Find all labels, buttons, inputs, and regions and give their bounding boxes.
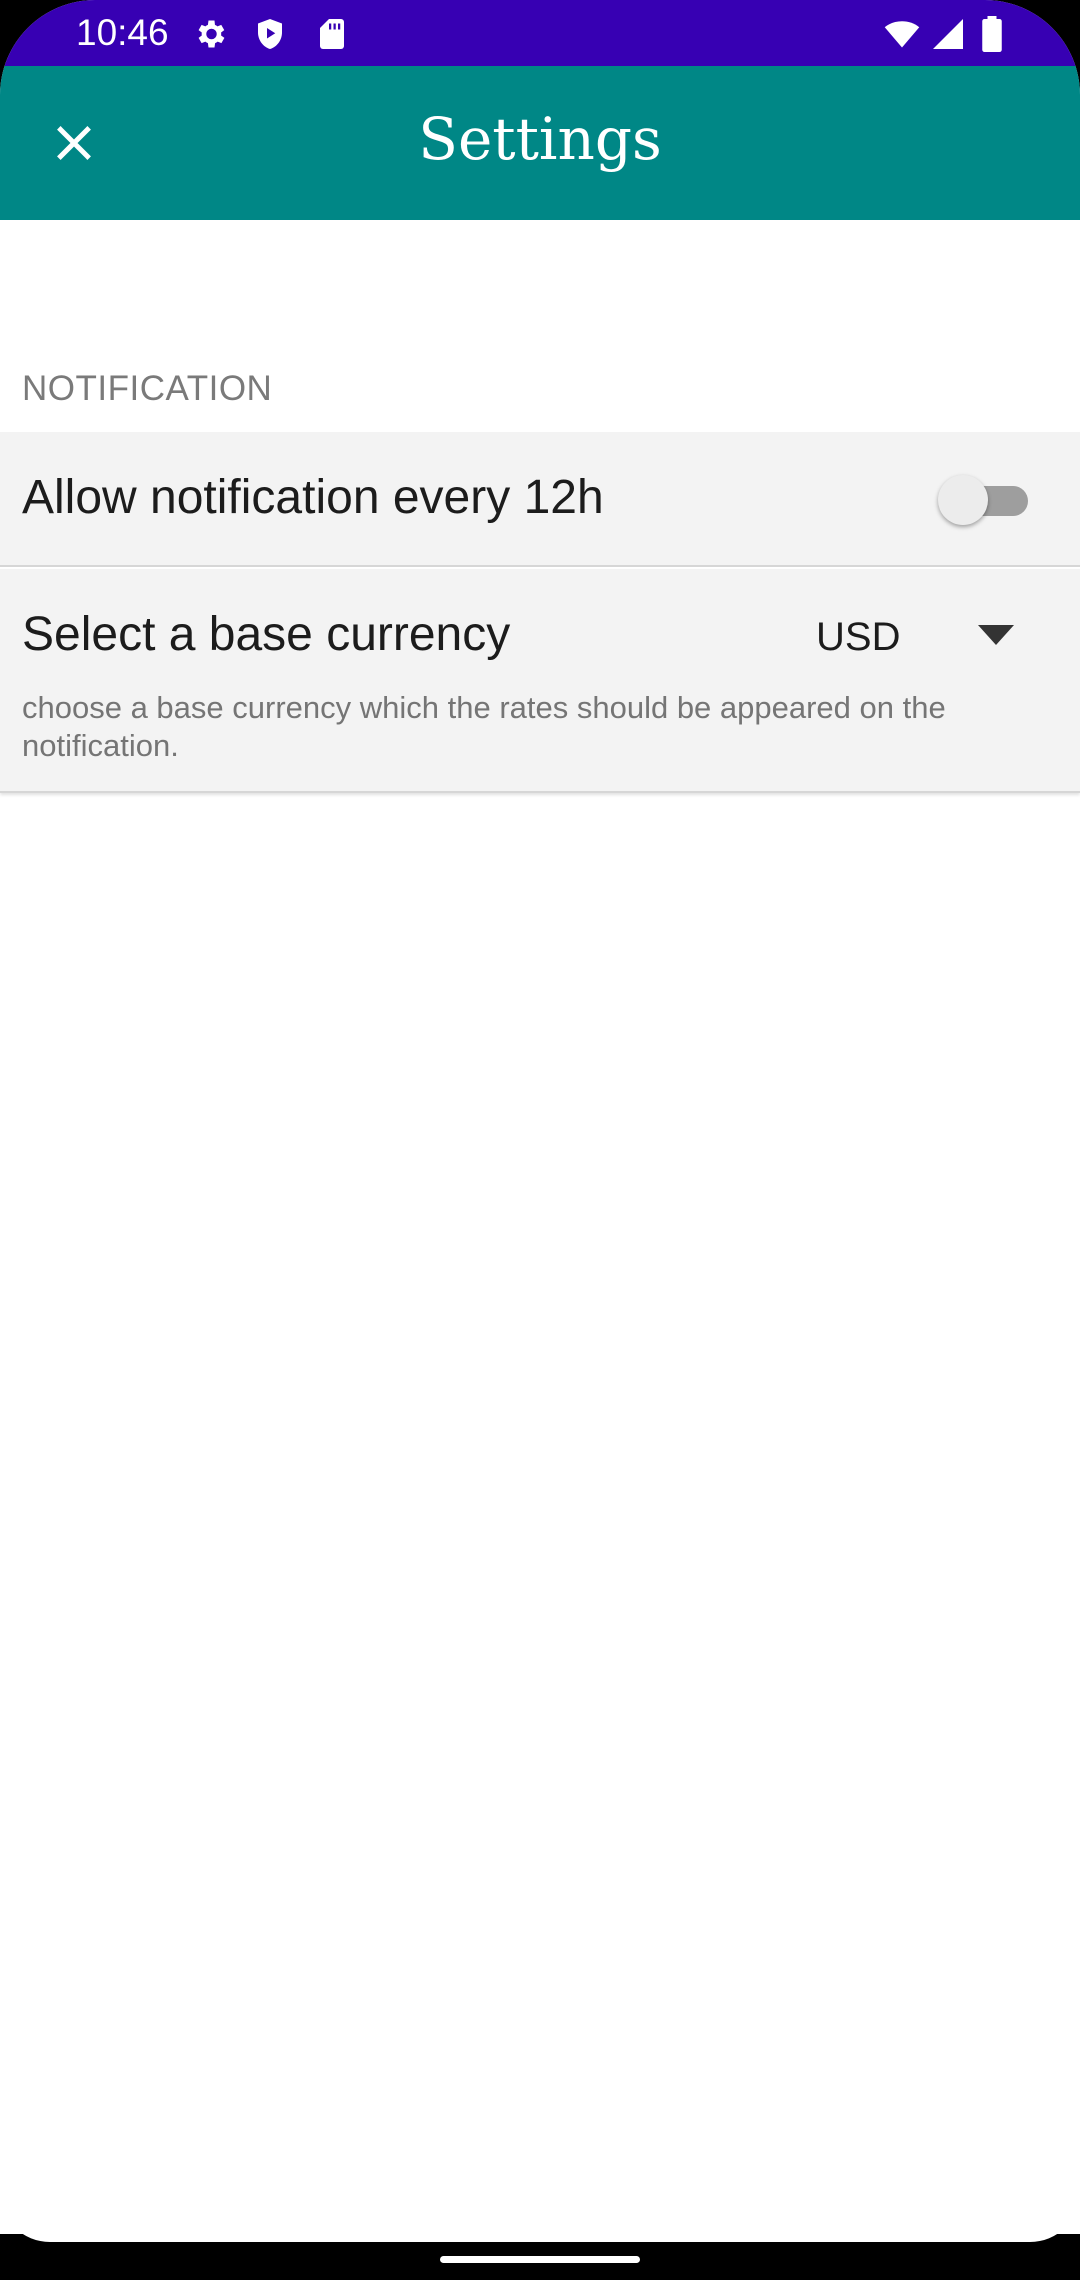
gear-icon [192,16,228,52]
switch-thumb [938,475,988,525]
dropdown-arrow-icon [976,621,1016,649]
shield-play-icon [252,16,288,52]
base-currency-row: Select a base currency USD choose a base… [0,569,1080,793]
section-header-notification: NOTIFICATION [22,369,273,408]
base-currency-value: USD [816,615,901,659]
allow-notification-row[interactable]: Allow notification every 12h [0,432,1080,567]
sd-card-icon [314,16,350,52]
allow-notification-switch[interactable] [938,472,1030,526]
screen: 10:46 Settings NOTIFICATION Allow notifi… [0,0,1080,2280]
page-title: Settings [418,105,662,173]
close-icon [51,120,97,166]
status-time: 10:46 [76,12,169,53]
status-bar: 10:46 [0,0,1080,66]
close-button[interactable] [36,105,112,181]
wifi-icon [882,16,922,52]
base-currency-title: Select a base currency [22,608,511,661]
screen-bottom-corner [0,2192,1080,2242]
home-gesture-handle[interactable] [440,2256,640,2263]
base-currency-summary: choose a base currency which the rates s… [22,690,946,763]
base-currency-dropdown[interactable]: USD [800,599,1040,675]
app-bar: Settings [0,66,1080,220]
signal-icon [930,16,966,52]
allow-notification-title: Allow notification every 12h [22,471,604,524]
battery-icon [978,16,1006,52]
